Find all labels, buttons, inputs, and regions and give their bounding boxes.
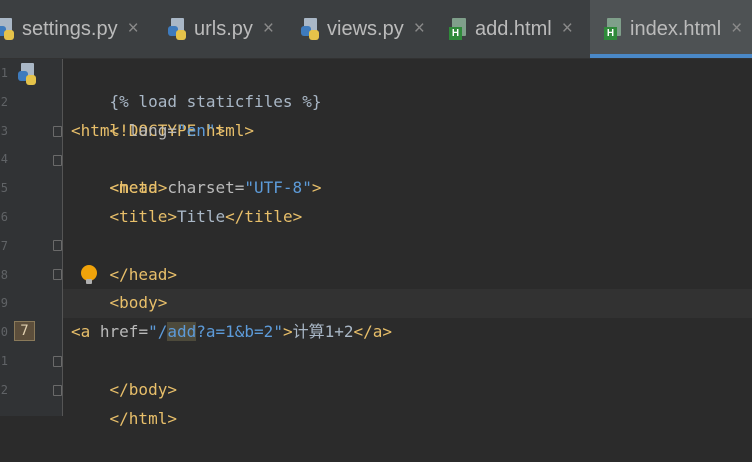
tag-open: <title> [71,207,177,226]
attr-name: charset= [167,178,245,198]
fold-marker-icon[interactable] [53,269,62,280]
attr-value: ?a=1&b=2" [196,322,283,342]
text-content: 计算1+2 [292,322,354,342]
tag-close: > [282,322,293,342]
python-file-icon [301,18,321,40]
fold-marker-icon[interactable] [53,126,62,137]
tag-close: </a> [353,322,393,342]
tab-urls-py[interactable]: urls.py × [168,0,288,58]
line-number: 1 [0,66,8,80]
code-editor[interactable]: {% load staticfiles %} <!DOCTYPE html> <… [63,59,752,428]
fold-marker-icon[interactable] [53,155,62,166]
close-icon[interactable]: × [562,18,573,40]
code-line-4: <head> [71,145,752,197]
tab-label: index.html [630,17,722,40]
code-line-8: <body> [71,261,752,312]
tab-label: views.py [327,17,404,40]
tab-settings-py[interactable]: settings.py × [0,0,156,58]
close-icon[interactable]: × [128,18,139,40]
bookmark-badge[interactable]: 7 [14,321,35,341]
tab-views-py[interactable]: views.py × [301,0,431,58]
line-number: 6 [0,210,8,224]
close-icon[interactable]: × [731,18,742,40]
code-line-3: <html lang="en"> [71,117,752,146]
code-line-1: {% load staticfiles %} [71,59,752,111]
text-content: Title [176,207,226,226]
editor-tab-bar: settings.py × urls.py × views.py × H add… [0,0,752,59]
code-line-10: <a href="/add?a=1&b=2">计算1+2</a> [71,318,752,347]
html-file-icon: H [604,18,624,40]
code-line-5: <meta charset="UTF-8"> [71,174,752,203]
code-line-11: </body> [71,347,752,399]
attr-value: "/ [148,322,168,342]
python-gutter-icon[interactable] [18,63,38,85]
tag-open: <meta [71,178,168,198]
tag-close: </html> [109,408,177,428]
lightbulb-icon[interactable] [81,265,97,284]
line-number: 8 [0,267,8,282]
tab-add-html[interactable]: H add.html × [449,0,585,58]
close-icon[interactable]: × [263,18,274,40]
html-file-icon: H [449,18,469,40]
fold-marker-icon[interactable] [53,240,62,251]
python-file-icon [0,18,16,40]
tag-open: <a [71,322,100,342]
html-file-letter: H [604,27,617,40]
fold-marker-icon[interactable] [53,356,62,367]
code-line-7: </head> [71,232,752,284]
tab-label: add.html [475,17,552,40]
attr-value-highlight: add [167,322,197,342]
tab-label: settings.py [22,17,118,40]
line-number: 1 [0,354,8,368]
line-number: 0 [0,325,8,340]
code-line-12: </html> [71,376,752,428]
line-number: 7 [0,238,8,253]
code-line-6: <title>Title</title> [71,203,752,232]
tag-close: > [311,178,322,198]
attr-name: lang= [128,120,177,140]
code-line-2: <!DOCTYPE html> [71,88,752,140]
html-file-letter: H [449,27,462,40]
line-number: 3 [0,123,8,138]
line-number: 9 [0,296,8,311]
tag-open: <html [71,120,129,140]
close-icon[interactable]: × [414,18,425,40]
fold-marker-icon[interactable] [53,385,62,396]
attr-value: "UTF-8" [244,178,312,198]
line-number: 2 [0,382,8,397]
attr-value: "en" [176,120,216,140]
tab-label: urls.py [194,17,253,40]
attr-name: href= [99,322,149,342]
line-number: 4 [0,152,8,167]
editor-gutter[interactable]: 1 2 3 4 5 6 7 8 9 0 1 2 [0,59,63,416]
tag-close: > [215,120,226,140]
line-number: 2 [0,94,8,109]
line-number: 5 [0,181,8,196]
python-file-icon [168,18,188,40]
tab-index-html[interactable]: H index.html × [590,0,752,58]
tag-close: </title> [225,207,303,226]
